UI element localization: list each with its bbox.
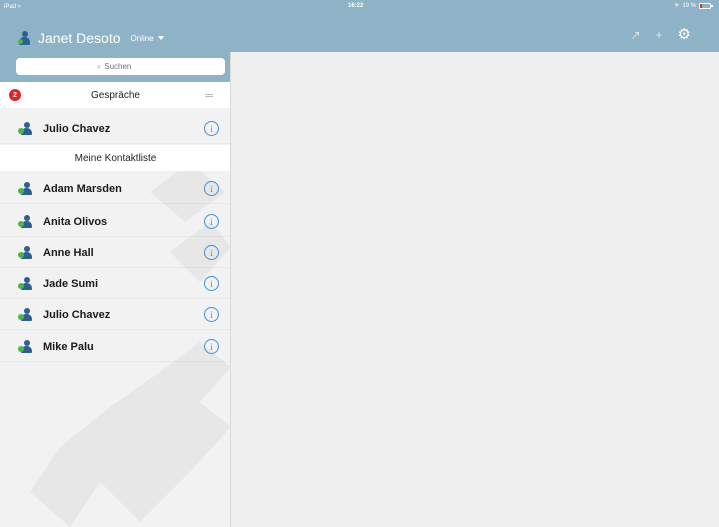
status-device: iPad ▿	[4, 3, 21, 10]
contact-list-title: Meine Kontaktliste	[74, 152, 157, 164]
contact-icon	[18, 182, 32, 195]
sidebar: ⌕ 2 Gespräche Julio Chavez i Meine Konta…	[0, 52, 231, 527]
contact-row[interactable]: Jade Sumi i	[0, 269, 230, 299]
info-icon[interactable]: i	[204, 214, 219, 229]
contact-icon	[18, 122, 32, 135]
contact-icon	[18, 277, 32, 290]
contact-name: Anita Olivos	[43, 215, 108, 228]
info-icon[interactable]: i	[204, 339, 219, 354]
contact-row[interactable]: Anita Olivos i	[0, 207, 230, 237]
contact-name: Jade Sumi	[43, 277, 99, 290]
battery-percent: 19 %	[682, 2, 696, 9]
info-icon[interactable]: i	[204, 121, 219, 136]
contact-icon	[18, 340, 32, 353]
top-bar: iPad ▿ 16:22 ✳ 19 % Janet Desoto Online …	[0, 0, 719, 52]
main-content-area	[232, 52, 719, 527]
status-time: 16:22	[348, 3, 364, 9]
chevron-down-icon	[157, 36, 164, 40]
user-presence-header[interactable]: Janet Desoto Online	[18, 27, 164, 49]
presence-label: Online	[130, 33, 154, 43]
presence-dropdown[interactable]: Online	[131, 34, 164, 43]
info-icon[interactable]: i	[204, 245, 219, 260]
info-icon[interactable]: i	[204, 307, 219, 322]
info-icon[interactable]: i	[204, 276, 219, 291]
contact-name: Mike Palu	[43, 340, 94, 353]
contact-name: Anne Hall	[43, 246, 94, 259]
contact-icon	[18, 215, 32, 228]
header-actions: ↗ + ⚙	[630, 27, 691, 42]
user-name: Janet Desoto	[38, 30, 121, 46]
contact-icon	[18, 308, 32, 321]
conversations-header[interactable]: 2 Gespräche	[0, 82, 230, 108]
status-bar: iPad ▿ 16:22 ✳ 19 %	[0, 0, 719, 14]
collapse-handle-icon[interactable]	[205, 94, 213, 97]
bluetooth-icon: ✳	[674, 3, 680, 9]
search-input[interactable]	[104, 62, 145, 71]
contact-row[interactable]: Anne Hall i	[0, 238, 230, 268]
contact-name: Adam Marsden	[43, 182, 122, 195]
contact-name: Julio Chavez	[43, 308, 111, 321]
info-icon[interactable]: i	[204, 181, 219, 196]
user-avatar-icon	[18, 31, 31, 45]
search-icon: ⌕	[96, 61, 102, 71]
conversations-title: Gespräche	[91, 89, 140, 101]
plus-icon[interactable]: +	[656, 29, 663, 41]
search-field[interactable]: ⌕	[16, 58, 225, 75]
search-bar: ⌕	[0, 52, 230, 82]
conversation-row[interactable]: Julio Chavez i	[0, 114, 230, 144]
contact-list-header: Meine Kontaktliste	[0, 145, 230, 171]
contact-row[interactable]: Mike Palu i	[0, 332, 230, 362]
contact-icon	[18, 246, 32, 259]
expand-icon[interactable]: ↗	[630, 29, 640, 41]
device-name: iPad	[4, 4, 17, 10]
gear-icon[interactable]: ⚙	[678, 27, 691, 42]
status-indicators: ✳ 19 %	[674, 2, 713, 9]
contact-row[interactable]: Adam Marsden i	[0, 174, 230, 204]
contact-name: Julio Chavez	[43, 122, 111, 135]
contact-row[interactable]: Julio Chavez i	[0, 300, 230, 330]
unread-badge: 2	[9, 89, 21, 101]
battery-icon	[699, 2, 713, 9]
wifi-icon: ▿	[17, 4, 21, 10]
